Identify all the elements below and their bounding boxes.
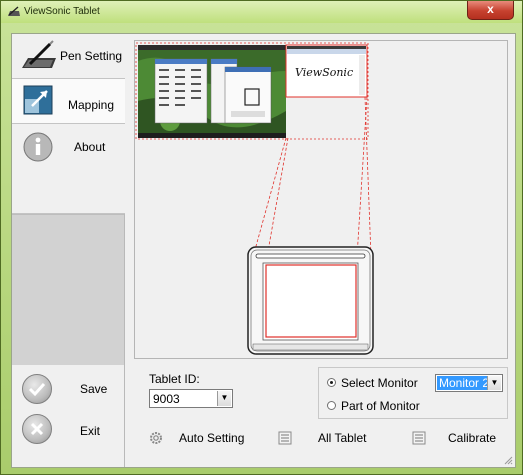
tab-mapping[interactable]: Mapping — [12, 79, 125, 124]
tablet-outline[interactable] — [247, 246, 374, 355]
monitor-2-thumbnail[interactable]: ViewSonic — [285, 44, 368, 98]
monitor-1-thumbnail[interactable] — [138, 45, 286, 138]
radio-selected-icon — [327, 378, 336, 387]
monitor-select[interactable]: Monitor 2 ▼ — [435, 374, 503, 392]
part-of-monitor-label: Part of Monitor — [341, 399, 420, 413]
list-icon — [278, 431, 292, 445]
resize-grip-icon[interactable] — [503, 455, 513, 465]
chevron-down-icon: ▼ — [217, 391, 231, 406]
calibrate-label: Calibrate — [448, 431, 497, 445]
tab-about[interactable]: About — [12, 124, 125, 214]
tab-about-label: About — [74, 140, 106, 154]
sidebar: Pen Setting Mapping About Save Exit — [12, 34, 125, 467]
calibrate-button[interactable]: Calibrate — [412, 430, 512, 448]
radio-unselected-icon — [327, 401, 336, 410]
tablet-id-select[interactable]: 9003 ▼ — [149, 389, 233, 408]
pen-tablet-icon — [8, 6, 20, 16]
viewsonic-logo: ViewSonic — [295, 66, 353, 79]
app-window: ViewSonic Tablet x Pen Setting Mapping A… — [0, 0, 523, 475]
client-area: Pen Setting Mapping About Save Exit View… — [11, 33, 516, 468]
save-label: Save — [80, 382, 108, 396]
monitor-select-value: Monitor 2 — [437, 376, 492, 390]
list-icon — [412, 431, 426, 445]
mapping-icon — [23, 85, 53, 115]
pen-tablet-icon — [22, 40, 56, 68]
exit-button[interactable]: Exit — [22, 414, 122, 448]
title-bar[interactable]: ViewSonic Tablet x — [1, 1, 522, 23]
close-button[interactable]: x — [467, 1, 514, 20]
auto-setting-button[interactable]: Auto Setting — [149, 430, 269, 448]
tab-pen-setting-label: Pen Setting — [60, 49, 123, 63]
select-monitor-label: Select Monitor — [341, 376, 418, 390]
exit-label: Exit — [80, 424, 101, 438]
close-x-icon — [22, 414, 52, 444]
tablet-id-label: Tablet ID: — [149, 372, 200, 386]
chevron-down-icon: ▼ — [487, 376, 501, 390]
all-tablet-label: All Tablet — [318, 431, 367, 445]
gear-icon — [150, 432, 162, 444]
monitor-options-group: Select Monitor Part of Monitor Monitor 2… — [318, 367, 508, 419]
window-title: ViewSonic Tablet — [24, 6, 100, 17]
check-icon — [22, 374, 52, 404]
info-icon — [23, 132, 53, 162]
auto-setting-label: Auto Setting — [179, 431, 245, 445]
all-tablet-button[interactable]: All Tablet — [278, 430, 378, 448]
tablet-id-value: 9003 — [153, 392, 180, 406]
tab-mapping-label: Mapping — [68, 98, 115, 112]
save-button[interactable]: Save — [22, 374, 122, 408]
sidebar-filler — [12, 214, 124, 365]
tab-pen-setting[interactable]: Pen Setting — [12, 34, 125, 79]
mapping-preview: ViewSonic — [134, 40, 508, 359]
